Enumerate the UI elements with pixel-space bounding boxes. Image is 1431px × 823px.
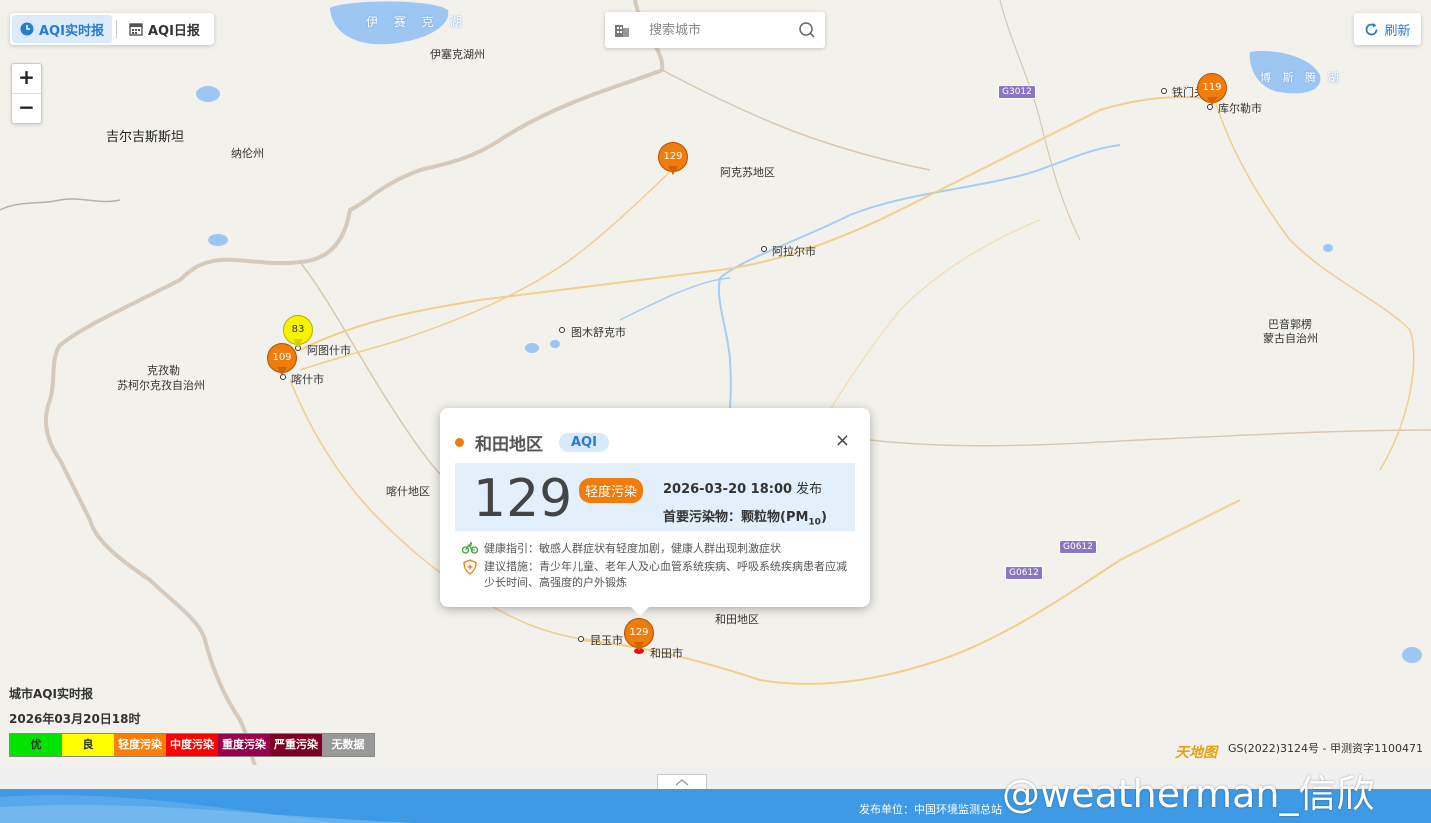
search-input[interactable] (647, 21, 796, 39)
shield-plus-icon (463, 559, 477, 575)
tab-label: AQI日报 (147, 23, 200, 39)
highway-shield: G0612 (1059, 540, 1097, 554)
legend-item-no-data: 无数据 (322, 734, 374, 756)
legend-item-light: 轻度污染 (114, 734, 166, 756)
tab-aqi-realtime[interactable]: AQI实时报 (12, 15, 112, 43)
legend-item-severe: 严重污染 (270, 734, 322, 756)
tab-label: AQI实时报 (39, 23, 104, 39)
city-dot-tumxuk (559, 327, 565, 333)
popup-header: 和田地区 AQI (455, 430, 609, 455)
legend-title: 城市AQI实时报 (9, 687, 93, 701)
highway-shield: G3012 (998, 85, 1036, 99)
publish-suffix: 发布 (796, 482, 823, 497)
health-guide: 健康指引：敏感人群症状有轻度加剧，健康人群出现刺激症状 (462, 540, 781, 556)
bicycle-icon (462, 542, 478, 554)
pollutant-prefix: 首要污染物：颗粒物(PM (663, 510, 809, 525)
popup-close-button[interactable]: × (835, 430, 850, 451)
legend-item-excellent: 优 (10, 734, 62, 756)
refresh-label: 刷新 (1384, 23, 1411, 39)
calendar-icon (129, 23, 143, 36)
legend-datetime: 2026年03月20日18时 (9, 712, 141, 726)
weibo-watermark: @weatherman_信欣 (1002, 772, 1375, 816)
legend-item-good: 良 (62, 734, 114, 756)
city-label-artux: 阿图什市 (307, 344, 351, 357)
city-label-hotan: 和田市 (650, 647, 683, 660)
clock-icon (20, 22, 34, 36)
pollutant-subscript: 10 (808, 517, 821, 528)
city-search (605, 12, 825, 48)
city-dot-aral (761, 246, 767, 252)
city-label-aral: 阿拉尔市 (772, 245, 816, 258)
building-icon (615, 25, 629, 37)
advice-text: 建议措施：青少年儿童、老年人及心血管系统疾病、呼吸系统疾病患者应减少长时间、高强… (484, 560, 847, 589)
region-label-issyk-kul: 伊塞克湖州 (430, 48, 485, 61)
publish-time: 2026-03-20 18:00 发布 (663, 478, 822, 497)
region-label-bayingol-1: 巴音郭楞 (1268, 318, 1312, 331)
magnifier-icon[interactable] (798, 21, 816, 39)
aqi-marker-aksu[interactable]: 129 (658, 142, 688, 178)
region-label-kizilsu-1: 克孜勒 (147, 364, 180, 377)
highway-shield: G0612 (1005, 566, 1043, 580)
region-label-aksu: 阿克苏地区 (720, 166, 775, 179)
report-tabs: AQI实时报 AQI日报 (10, 13, 214, 45)
region-label-hotan-pref: 和田地区 (715, 613, 759, 626)
aqi-marker-hotan[interactable]: 129 (624, 618, 654, 654)
primary-pollutant: 首要污染物：颗粒物(PM10) (663, 506, 827, 528)
popup-city-name: 和田地区 (475, 435, 543, 455)
popup-pointer (630, 606, 650, 616)
refresh-button[interactable]: 刷新 (1354, 13, 1421, 45)
city-dot-kunyu (578, 636, 584, 642)
aqi-legend: 优 良 轻度污染 中度污染 重度污染 严重污染 无数据 (9, 733, 375, 757)
city-label-kunyu: 昆玉市 (590, 634, 623, 647)
publish-datetime: 2026-03-20 18:00 (663, 482, 793, 497)
region-label-naryn: 纳伦州 (231, 147, 264, 160)
aqi-level-dot (455, 438, 464, 447)
lake-label-issyk-kul: 伊 赛 克 湖 (366, 15, 468, 29)
map-credit: GS(2022)3124号 - 甲测资字1100471 (1227, 742, 1423, 755)
map[interactable]: 伊 赛 克 湖 伊塞克湖州 博 斯 腾 湖 吉尔吉斯斯坦 纳伦州 阿克苏地区 阿… (0, 0, 1431, 765)
tab-aqi-daily[interactable]: AQI日报 (121, 15, 208, 43)
legend-item-moderate: 中度污染 (166, 734, 218, 756)
aqi-info-popup: 和田地区 AQI × 129 轻度污染 2026-03-20 18:00 发布 首… (440, 408, 870, 616)
aqi-marker-korla[interactable]: 119 (1197, 73, 1227, 109)
country-label-kyrgyzstan: 吉尔吉斯斯坦 (106, 130, 185, 145)
city-dot-tiemenguan (1161, 88, 1167, 94)
pollutant-suffix: ) (820, 510, 827, 525)
zoom-out-button[interactable]: − (12, 93, 41, 123)
zoom-in-button[interactable]: + (12, 64, 41, 93)
city-label-tumxuk: 图木舒克市 (571, 326, 626, 339)
lake-label-bosten: 博 斯 腾 湖 (1260, 71, 1343, 84)
tianditu-logo: 天地图 (1175, 745, 1217, 761)
aqi-summary: 129 轻度污染 2026-03-20 18:00 发布 首要污染物：颗粒物(PM… (455, 463, 855, 531)
aqi-level-badge: 轻度污染 (579, 478, 644, 503)
tab-divider (115, 20, 117, 38)
refresh-icon (1366, 22, 1378, 35)
region-label-kashgar-pref: 喀什地区 (386, 485, 430, 498)
region-label-bayingol-2: 蒙古自治州 (1263, 332, 1318, 345)
region-label-kizilsu-2: 苏柯尔克孜自治州 (117, 379, 205, 392)
publisher-text: 发布单位：中国环境监测总站 (859, 803, 1002, 816)
zoom-control: + − (11, 63, 42, 124)
legend-item-heavy: 重度污染 (218, 734, 270, 756)
aqi-tag: AQI (559, 433, 609, 452)
map-base-layer (0, 0, 1431, 765)
aqi-value: 129 (473, 469, 573, 529)
advice: 建议措施：青少年儿童、老年人及心血管系统疾病、呼吸系统疾病患者应减少长时间、高强… (462, 559, 854, 591)
chevron-up-icon (675, 779, 689, 786)
health-guide-text: 健康指引：敏感人群症状有轻度加剧，健康人群出现刺激症状 (484, 542, 781, 555)
aqi-marker-kashgar[interactable]: 109 (267, 343, 297, 379)
